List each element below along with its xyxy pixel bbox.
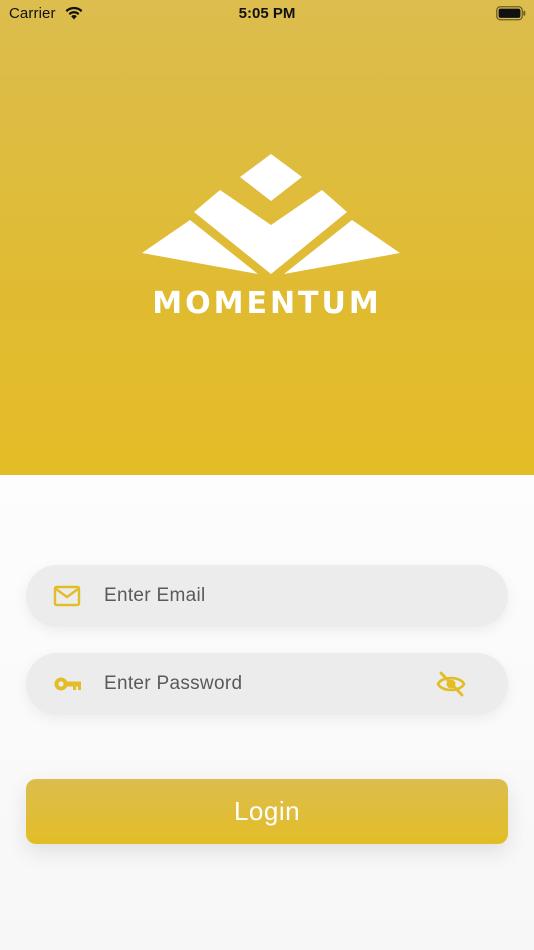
status-bar: Carrier 5:05 PM bbox=[0, 0, 534, 28]
mail-icon bbox=[53, 584, 81, 613]
clock: 5:05 PM bbox=[238, 5, 296, 22]
eye-off-icon[interactable] bbox=[436, 670, 466, 703]
email-input[interactable]: Enter Email bbox=[104, 565, 206, 627]
email-field[interactable]: Enter Email bbox=[26, 565, 508, 627]
battery-icon bbox=[496, 6, 526, 26]
hero-banner: Carrier 5:05 PM MOMENTUM bbox=[0, 0, 534, 475]
brand-wordmark: MOMENTUM bbox=[152, 286, 382, 321]
login-button[interactable]: Login bbox=[26, 779, 508, 844]
password-input[interactable]: Enter Password bbox=[104, 653, 242, 715]
password-field[interactable]: Enter Password bbox=[26, 653, 508, 715]
momentum-logo-mark bbox=[140, 152, 402, 287]
key-icon bbox=[53, 672, 83, 701]
